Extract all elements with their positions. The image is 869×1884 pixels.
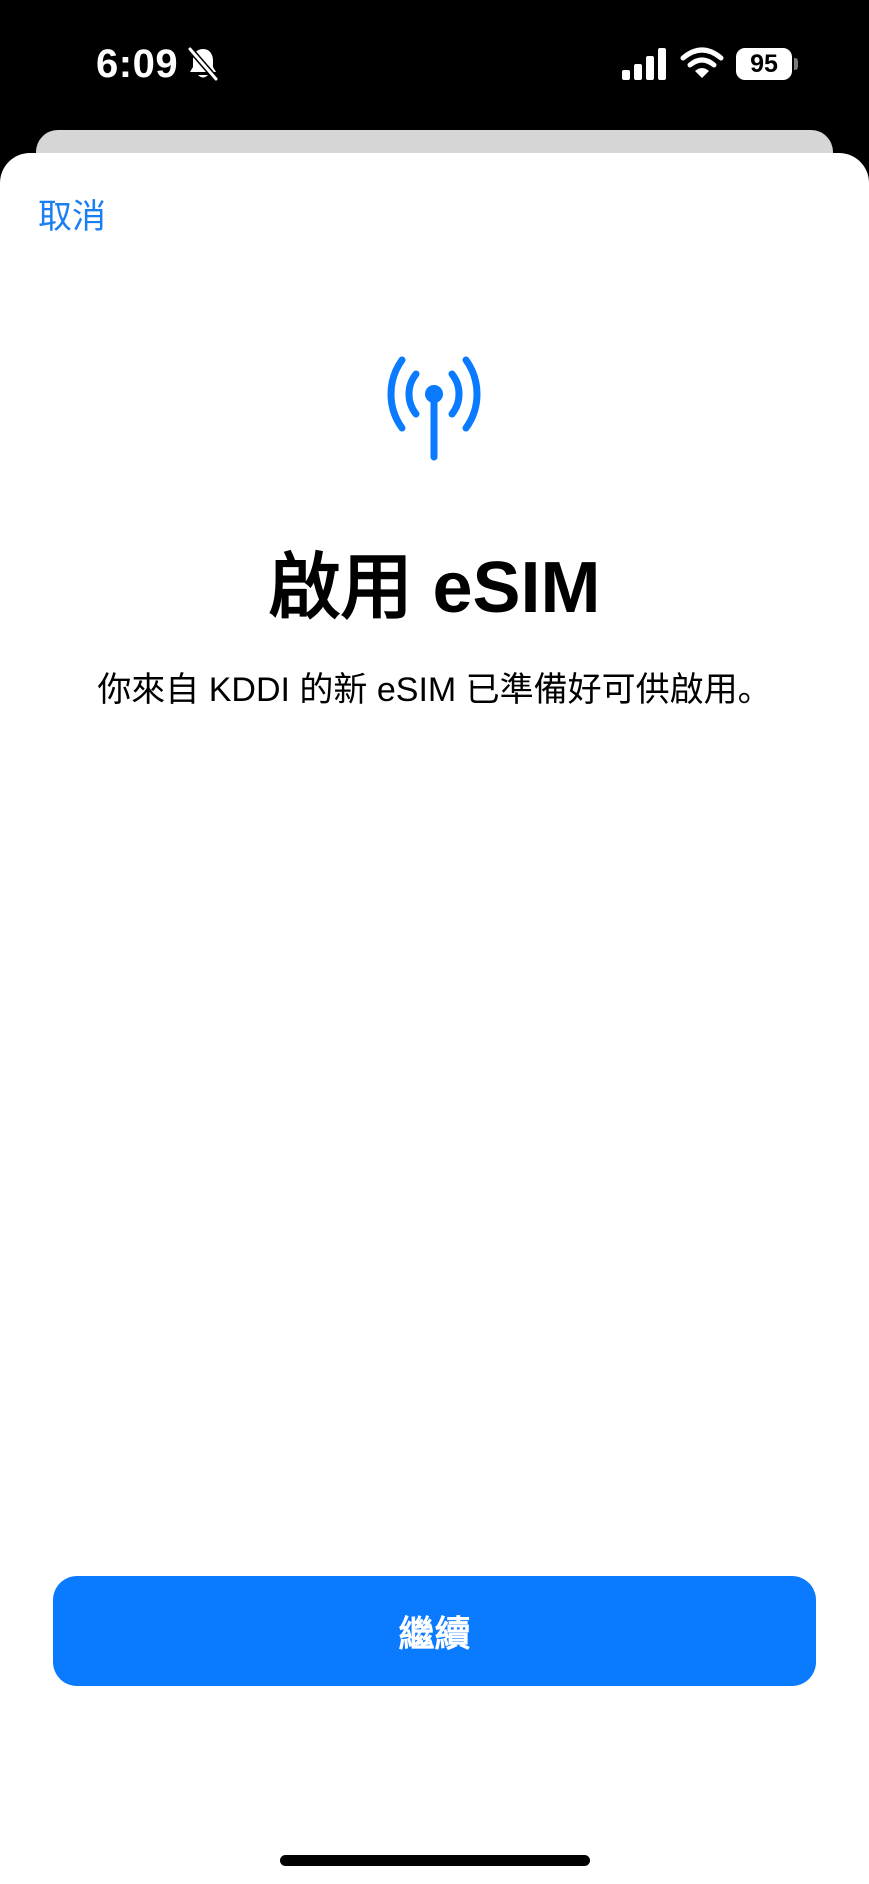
battery-nub [794,58,798,70]
page-subtitle: 你來自 KDDI 的新 eSIM 已準備好可供啟用。 [97,671,772,709]
status-bar: 6:09 95 [0,0,869,128]
battery-level: 95 [750,50,778,78]
battery-icon: 95 [736,48,792,80]
wifi-icon [680,47,724,78]
bell-slash-icon [187,46,219,82]
home-indicator[interactable] [280,1855,590,1866]
cellular-signal-icon [622,48,666,80]
page-title: 啟用 eSIM [268,548,601,628]
antenna-icon [387,356,481,461]
continue-button[interactable]: 繼續 [53,1576,816,1686]
cancel-button[interactable]: 取消 [38,195,106,239]
status-time: 6:09 [96,42,179,86]
esim-activation-sheet: 取消 啟用 eSIM 你來自 KDDI 的新 eSIM 已準備好可供啟用。 繼續 [0,153,869,1884]
